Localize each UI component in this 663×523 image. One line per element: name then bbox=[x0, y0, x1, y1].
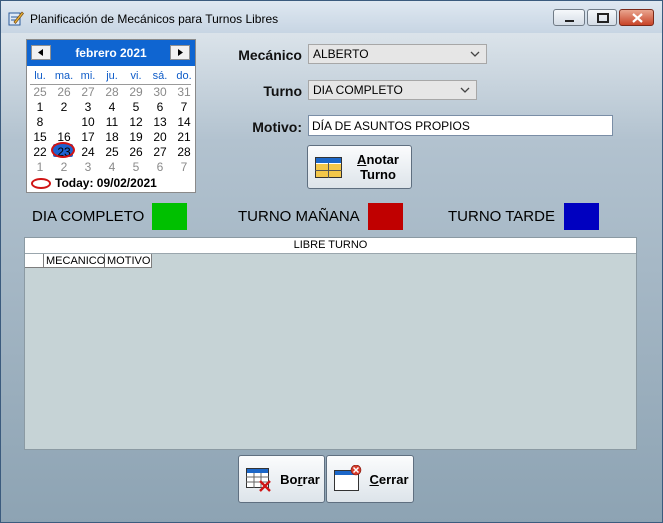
calendar-month-label[interactable]: febrero 2021 bbox=[51, 46, 171, 60]
calendar-day[interactable]: 17 bbox=[76, 130, 100, 144]
borrar-label: Borrar bbox=[280, 472, 320, 487]
anotar-turno-button[interactable]: Anotar Turno bbox=[307, 145, 412, 189]
table-grid-icon bbox=[315, 157, 342, 178]
motivo-input[interactable] bbox=[308, 115, 613, 136]
today-circle bbox=[51, 142, 75, 158]
weekday-header: sá. bbox=[152, 70, 168, 82]
calendar-day[interactable]: 27 bbox=[76, 85, 100, 99]
calendar-day[interactable]: 20 bbox=[148, 130, 172, 144]
calendar-day[interactable]: 22 bbox=[28, 145, 52, 159]
weekday-header: lu. bbox=[34, 70, 46, 82]
calendar-day[interactable]: 26 bbox=[52, 85, 76, 99]
main-window: Planificación de Mecánicos para Turnos L… bbox=[0, 0, 663, 523]
legend-label-turno-manana: TURNO MAÑANA bbox=[238, 208, 360, 225]
legend-label-turno-tarde: TURNO TARDE bbox=[448, 208, 555, 225]
turno-value: DIA COMPLETO bbox=[313, 83, 403, 97]
anotar-label: Anotar bbox=[357, 152, 399, 167]
arrow-right-icon bbox=[178, 49, 183, 56]
maximize-icon bbox=[597, 13, 609, 23]
weekday-header: ju. bbox=[106, 70, 118, 82]
legend-swatch-turno-manana bbox=[368, 203, 403, 230]
calendar-day[interactable]: 25 bbox=[100, 145, 124, 159]
close-icon bbox=[632, 13, 643, 23]
calendar-day[interactable]: 2 bbox=[52, 160, 76, 174]
calendar-day[interactable]: 15 bbox=[28, 130, 52, 144]
calendar-day[interactable]: 6 bbox=[148, 160, 172, 174]
calendar-day[interactable]: 21 bbox=[172, 130, 196, 144]
mecanico-value: ALBERTO bbox=[313, 47, 369, 61]
calendar-day[interactable]: 4 bbox=[100, 100, 124, 114]
calendar-day[interactable]: 3 bbox=[76, 160, 100, 174]
turno-label: Turno bbox=[263, 83, 302, 99]
calendar-day[interactable]: 8 bbox=[28, 115, 52, 129]
weekday-header: ma. bbox=[54, 70, 74, 82]
legend-label-dia-completo: DIA COMPLETO bbox=[32, 208, 145, 225]
calendar-day[interactable]: 25 bbox=[28, 85, 52, 99]
column-header-motivo[interactable]: MOTIVO bbox=[105, 254, 152, 268]
calendar-day[interactable]: 14 bbox=[172, 115, 196, 129]
weekday-header: do. bbox=[176, 70, 192, 82]
calendar-day[interactable]: 3 bbox=[76, 100, 100, 114]
calendar-day[interactable]: 28 bbox=[172, 145, 196, 159]
calendar-day[interactable]: 5 bbox=[124, 160, 148, 174]
column-header-mecanico[interactable]: MECANICO bbox=[44, 254, 105, 268]
calendar-day[interactable]: 4 bbox=[100, 160, 124, 174]
window-title: Planificación de Mecánicos para Turnos L… bbox=[30, 12, 279, 26]
calendar-day-selected[interactable]: 9 bbox=[52, 115, 76, 129]
delete-table-icon bbox=[246, 468, 271, 492]
calendar-day[interactable]: 11 bbox=[100, 115, 124, 129]
calendar-day[interactable]: 12 bbox=[124, 115, 148, 129]
calendar-day[interactable]: 5 bbox=[124, 100, 148, 114]
turno-button-label: Turno bbox=[360, 167, 396, 182]
calendar-day[interactable]: 28 bbox=[100, 85, 124, 99]
motivo-label: Motivo: bbox=[252, 119, 302, 135]
minimize-button[interactable] bbox=[553, 9, 585, 26]
row-selector-header[interactable] bbox=[25, 254, 44, 268]
chevron-down-icon bbox=[460, 87, 470, 93]
grid-title: LIBRE TURNO bbox=[25, 238, 636, 254]
cerrar-label: Cerrar bbox=[369, 472, 409, 487]
calendar-day[interactable]: 19 bbox=[124, 130, 148, 144]
title-bar[interactable]: Planificación de Mecánicos para Turnos L… bbox=[1, 1, 662, 33]
calendar-day[interactable]: 31 bbox=[172, 85, 196, 99]
today-circle-icon bbox=[31, 178, 51, 189]
maximize-button[interactable] bbox=[587, 9, 617, 26]
close-button[interactable] bbox=[619, 9, 654, 26]
calendar-day[interactable]: 1 bbox=[28, 100, 52, 114]
libre-turno-grid[interactable]: LIBRE TURNO MECANICO MOTIVO bbox=[24, 237, 637, 450]
calendar-header: febrero 2021 bbox=[27, 40, 195, 66]
calendar-day[interactable]: 1 bbox=[28, 160, 52, 174]
mecanico-label: Mecánico bbox=[238, 47, 302, 63]
legend-swatch-turno-tarde bbox=[564, 203, 599, 230]
chevron-down-icon bbox=[470, 51, 480, 57]
turno-select[interactable]: DIA COMPLETO bbox=[308, 80, 477, 100]
pencil-form-icon bbox=[8, 11, 24, 26]
legend-swatch-dia-completo bbox=[152, 203, 187, 230]
borrar-button[interactable]: Borrar bbox=[238, 455, 325, 503]
calendar-day[interactable]: 10 bbox=[76, 115, 100, 129]
minimize-icon bbox=[565, 20, 574, 22]
calendar-day[interactable]: 13 bbox=[148, 115, 172, 129]
calendar-day[interactable]: 24 bbox=[76, 145, 100, 159]
calendar-day[interactable]: 18 bbox=[100, 130, 124, 144]
mecanico-select[interactable]: ALBERTO bbox=[308, 44, 487, 64]
cerrar-button[interactable]: Cerrar bbox=[326, 455, 414, 503]
today-label[interactable]: Today: 09/02/2021 bbox=[55, 176, 157, 190]
calendar-day[interactable]: 7 bbox=[172, 160, 196, 174]
calendar-day[interactable]: 29 bbox=[124, 85, 148, 99]
close-window-icon bbox=[334, 465, 362, 491]
month-calendar[interactable]: febrero 2021 lu. ma. mi. ju. vi. sá. do. 25 26 2… bbox=[26, 39, 196, 193]
calendar-day[interactable]: 7 bbox=[172, 100, 196, 114]
calendar-day[interactable]: 30 bbox=[148, 85, 172, 99]
weekday-header: vi. bbox=[130, 70, 142, 82]
next-month-button[interactable] bbox=[170, 45, 190, 60]
calendar-day[interactable]: 27 bbox=[148, 145, 172, 159]
calendar-day[interactable]: 26 bbox=[124, 145, 148, 159]
arrow-left-icon bbox=[38, 49, 43, 56]
weekday-header: mi. bbox=[80, 70, 96, 82]
calendar-day[interactable]: 6 bbox=[148, 100, 172, 114]
previous-month-button[interactable] bbox=[31, 45, 51, 60]
calendar-day[interactable]: 2 bbox=[52, 100, 76, 114]
